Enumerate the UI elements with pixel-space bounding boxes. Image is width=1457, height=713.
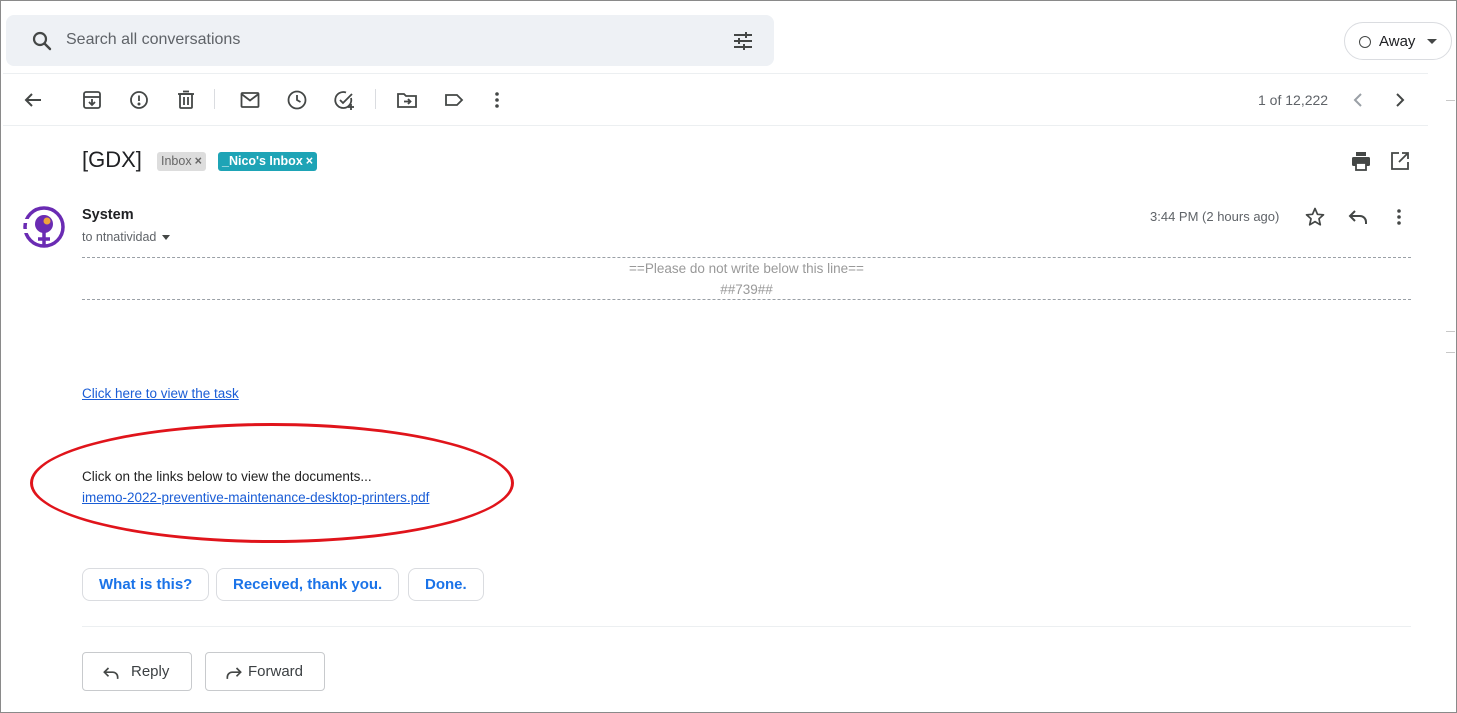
archive-icon[interactable] — [80, 88, 104, 112]
scrollbar-tick — [1446, 331, 1455, 332]
label-chip-text: Inbox — [161, 154, 192, 168]
reply-icon[interactable] — [1346, 205, 1370, 229]
reply-icon — [103, 667, 119, 679]
toolbar-separator — [214, 89, 215, 109]
remove-label-icon[interactable]: × — [195, 154, 202, 168]
status-dropdown[interactable]: Away — [1344, 22, 1452, 60]
star-icon[interactable] — [1303, 205, 1327, 229]
back-arrow-icon[interactable] — [21, 88, 45, 112]
view-task-link[interactable]: Click here to view the task — [82, 386, 239, 401]
ticket-number: ##739## — [720, 282, 773, 297]
add-task-icon[interactable] — [332, 88, 356, 112]
search-icon[interactable] — [30, 29, 54, 58]
chevron-left-icon[interactable] — [1346, 88, 1370, 112]
chevron-down-icon — [1427, 39, 1437, 44]
recipient-line[interactable]: to ntnatividad — [82, 230, 171, 244]
search-input[interactable]: Search all conversations — [66, 31, 240, 49]
document-link[interactable]: imemo-2022-preventive-maintenance-deskto… — [82, 490, 429, 505]
dashed-separator — [82, 299, 1411, 300]
search-bar[interactable]: Search all conversations — [6, 15, 774, 66]
divider — [82, 626, 1411, 627]
label-chip-inbox[interactable]: Inbox × — [157, 152, 206, 171]
sender-avatar[interactable] — [22, 205, 66, 249]
divider — [3, 73, 1428, 74]
away-status-icon — [1359, 36, 1371, 48]
scrollbar-tick — [1446, 100, 1455, 101]
recipient-text: to ntnatividad — [82, 230, 157, 244]
search-options-icon[interactable] — [731, 29, 755, 58]
window-frame — [0, 0, 1457, 713]
scrollbar-tick — [1446, 352, 1455, 353]
toolbar-separator — [375, 89, 376, 109]
email-subject: [GDX] — [82, 147, 142, 172]
sender-name: System — [82, 207, 134, 223]
mark-unread-icon[interactable] — [238, 88, 262, 112]
label-icon[interactable] — [442, 88, 466, 112]
smart-reply-what-is-this[interactable]: What is this? — [82, 568, 210, 601]
delete-icon[interactable] — [174, 88, 198, 112]
more-vert-icon[interactable] — [485, 88, 509, 112]
snooze-icon[interactable] — [285, 88, 309, 112]
label-chip-text: _Nico's Inbox — [222, 154, 303, 168]
chevron-right-icon[interactable] — [1388, 88, 1412, 112]
label-chip-nicos-inbox[interactable]: _Nico's Inbox × — [218, 152, 318, 171]
status-label: Away — [1379, 33, 1416, 50]
more-vert-icon[interactable] — [1387, 205, 1411, 229]
do-not-write-notice: ==Please do not write below this line== — [629, 261, 864, 276]
forward-icon — [226, 667, 242, 679]
smart-reply-received[interactable]: Received, thank you. — [216, 568, 400, 601]
print-icon[interactable] — [1349, 149, 1373, 178]
divider — [3, 125, 1428, 126]
forward-button[interactable]: Forward — [205, 652, 325, 691]
pager-count: 1 of 12,222 — [1258, 92, 1329, 108]
dashed-separator — [82, 257, 1411, 258]
open-in-new-window-icon[interactable] — [1388, 149, 1412, 178]
documents-intro: Click on the links below to view the doc… — [82, 469, 372, 484]
reply-label: Reply — [131, 663, 170, 680]
forward-label: Forward — [248, 663, 304, 680]
remove-label-icon[interactable]: × — [306, 154, 313, 168]
reply-button[interactable]: Reply — [82, 652, 192, 691]
message-timestamp: 3:44 PM (2 hours ago) — [1150, 209, 1280, 224]
chevron-down-icon[interactable] — [162, 235, 171, 241]
move-to-icon[interactable] — [395, 88, 419, 112]
report-spam-icon[interactable] — [127, 88, 151, 112]
smart-reply-done[interactable]: Done. — [408, 568, 484, 601]
